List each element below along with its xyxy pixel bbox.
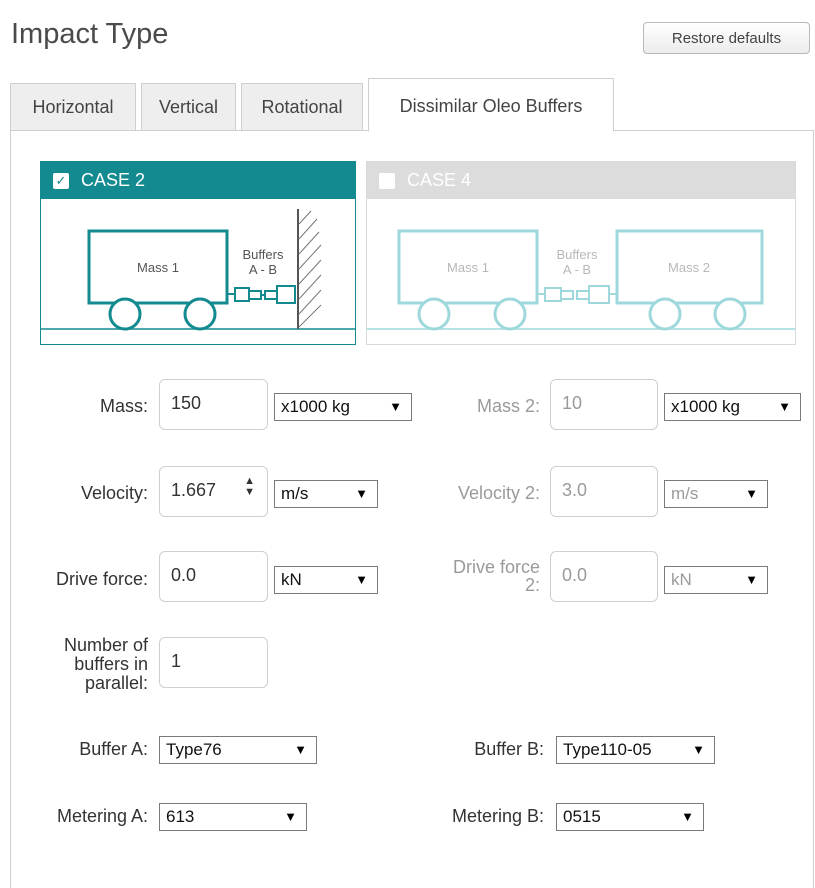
mass-unit-value: x1000 kg	[281, 397, 350, 416]
mass-unit-select[interactable]: x1000 kg ▼	[274, 393, 412, 421]
page-title: Impact Type	[11, 18, 169, 50]
mass2-label: Mass 2:	[476, 396, 540, 416]
case-4-mass1-label: Mass 1	[447, 260, 489, 275]
case-2-mass-label: Mass 1	[137, 260, 179, 275]
drive-force2-label: Drive force 2:	[420, 558, 540, 594]
triangle-down-icon: ▼	[778, 399, 791, 414]
triangle-down-icon: ▼	[389, 399, 402, 414]
drive-force2-label-line1: Drive force	[452, 557, 540, 577]
metering-b-label: Metering B:	[451, 806, 544, 826]
case-4-mass2-label: Mass 2	[668, 260, 710, 275]
drive-force-label: Drive force:	[55, 569, 148, 589]
tab-panel: ✓ CASE 2 Mass 1 Buffers A - B CASE 4 Mas…	[10, 130, 814, 888]
triangle-down-icon: ▼	[745, 572, 758, 587]
case-2-diagram: Mass 1 Buffers A - B	[41, 209, 355, 331]
velocity-input[interactable]: 1.667 ▲ ▼	[159, 466, 268, 517]
case-4-header[interactable]: CASE 4	[367, 162, 795, 199]
case-4-diagram: Mass 1 Mass 2 Buffers A - B	[367, 229, 795, 331]
velocity-unit-value: m/s	[281, 484, 309, 503]
checkbox-unchecked-icon[interactable]	[379, 172, 395, 189]
metering-a-select[interactable]: 613 ▼	[159, 803, 307, 831]
buffer-b-value: Type110-05	[563, 740, 652, 759]
velocity-unit-select[interactable]: m/s ▼	[274, 480, 378, 508]
checkbox-checked-icon[interactable]: ✓	[53, 172, 69, 189]
mass-label: Mass:	[99, 396, 148, 416]
case-2-label: CASE 2	[81, 170, 146, 190]
triangle-down-icon: ▼	[692, 742, 705, 757]
tab-vertical[interactable]: Vertical	[141, 83, 236, 132]
metering-b-select[interactable]: 0515 ▼	[556, 803, 704, 831]
case-2-buffers-sub: A - B	[249, 262, 277, 277]
buffer-a-value: Type76	[166, 740, 222, 759]
velocity2-label: Velocity 2:	[457, 483, 540, 503]
num-buffers-label-line3: parallel:	[84, 673, 148, 693]
drive-force2-input[interactable]: 0.0	[550, 551, 658, 602]
metering-b-value: 0515	[563, 807, 601, 826]
drive-force2-unit-select[interactable]: kN ▼	[664, 566, 768, 594]
triangle-down-icon: ▼	[681, 809, 694, 824]
tab-horizontal[interactable]: Horizontal	[10, 83, 136, 132]
num-buffers-label-line2: buffers in	[74, 654, 148, 674]
velocity-value: 1.667	[171, 480, 217, 500]
drive-force2-label-line2: 2:	[524, 575, 540, 595]
restore-defaults-button[interactable]: Restore defaults	[643, 22, 810, 54]
num-buffers-label: Number of buffers in parallel:	[30, 636, 148, 693]
velocity2-unit-select[interactable]: m/s ▼	[664, 480, 768, 508]
buffer-b-select[interactable]: Type110-05 ▼	[556, 736, 715, 764]
mass2-unit-select[interactable]: x1000 kg ▼	[664, 393, 801, 421]
drive-force-unit-value: kN	[281, 570, 302, 589]
triangle-down-icon: ▼	[294, 742, 307, 757]
case-4-label: CASE 4	[407, 170, 472, 190]
triangle-down-icon: ▼	[355, 572, 368, 587]
drive-force2-unit-value: kN	[671, 570, 692, 589]
velocity-label: Velocity:	[80, 483, 148, 503]
metering-a-value: 613	[166, 807, 195, 826]
num-buffers-input[interactable]: 1	[159, 637, 268, 688]
triangle-down-icon: ▼	[745, 486, 758, 501]
mass2-unit-value: x1000 kg	[671, 397, 740, 416]
num-buffers-label-line1: Number of	[63, 635, 148, 655]
mass-input[interactable]: 150	[159, 379, 268, 430]
triangle-down-icon: ▼	[284, 809, 297, 824]
metering-a-label: Metering A:	[56, 806, 148, 826]
case-4-buffers-label: Buffers	[557, 247, 598, 262]
drive-force-unit-select[interactable]: kN ▼	[274, 566, 378, 594]
mass2-input[interactable]: 10	[550, 379, 658, 430]
case-2-buffers-label: Buffers	[243, 247, 284, 262]
spinner-arrows-icon[interactable]: ▲ ▼	[244, 476, 255, 498]
buffer-a-select[interactable]: Type76 ▼	[159, 736, 317, 764]
buffer-a-label: Buffer A:	[79, 739, 148, 759]
tab-dissimilar-oleo-buffers[interactable]: Dissimilar Oleo Buffers	[368, 78, 614, 132]
case-2-card[interactable]: ✓ CASE 2 Mass 1 Buffers A - B	[40, 161, 356, 345]
drive-force-input[interactable]: 0.0	[159, 551, 268, 602]
velocity2-unit-value: m/s	[671, 484, 699, 503]
triangle-down-icon: ▼	[355, 486, 368, 501]
buffer-b-label: Buffer B:	[474, 739, 544, 759]
velocity2-input[interactable]: 3.0	[550, 466, 658, 517]
case-2-header[interactable]: ✓ CASE 2	[41, 162, 355, 199]
case-4-buffers-sub: A - B	[563, 262, 591, 277]
tab-rotational[interactable]: Rotational	[241, 83, 363, 132]
case-4-card[interactable]: CASE 4 Mass 1 Mass 2 Buffers A - B	[366, 161, 796, 345]
